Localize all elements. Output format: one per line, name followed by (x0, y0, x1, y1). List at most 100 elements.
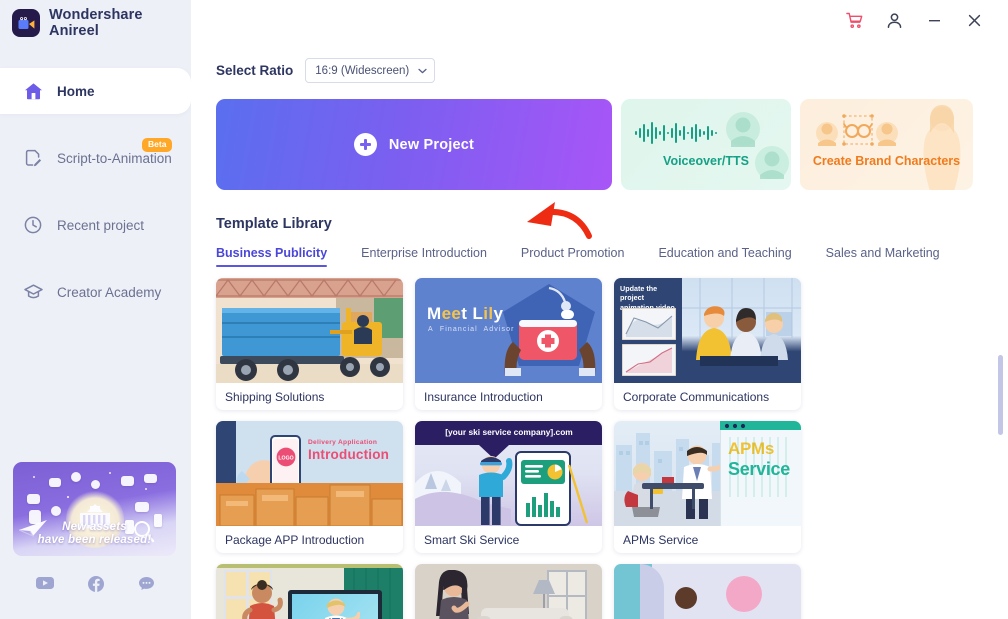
template-thumbnail (216, 564, 403, 619)
template-card[interactable]: [your ski service company].com Smart Ski… (415, 421, 602, 553)
meeting-table (642, 477, 704, 509)
sidebar-item-home[interactable]: Home (0, 68, 191, 114)
template-card[interactable]: Meet Lily A Financial Advisor Insurance … (415, 278, 602, 410)
promo-text: New assets have been released! (13, 521, 176, 547)
promo-line-1: New assets (62, 520, 127, 533)
template-name: APMs Service (623, 532, 699, 547)
forklift-wheels (340, 357, 390, 377)
brand-name: Wondershare Anireel (49, 7, 143, 39)
phone-dashboard (521, 460, 565, 517)
tab-business-publicity[interactable]: Business Publicity (216, 246, 328, 267)
window-dots (724, 423, 746, 429)
character-decoration (923, 105, 961, 190)
boxes-pile (219, 484, 403, 526)
characters-icon (816, 114, 898, 146)
template-grid: Shipping Solutions Meet Lily A Financial… (216, 278, 999, 619)
plus-circle-icon (353, 133, 377, 156)
youtube-icon[interactable] (36, 576, 54, 597)
tab-sales-and-marketing[interactable]: Sales and Marketing (826, 246, 940, 267)
ratio-value: 16:9 (Widescreen) (315, 64, 410, 77)
title-bar (191, 0, 1008, 40)
forklift-driver (354, 315, 372, 344)
template-name: Insurance Introduction (424, 389, 543, 404)
chart-thumb-2 (622, 344, 676, 376)
voiceover-tts-card[interactable]: Voiceover/TTS (621, 99, 791, 190)
home-icon (22, 80, 44, 102)
chevron-down-icon (418, 68, 427, 73)
template-card[interactable]: Virtual Care For Children (216, 564, 403, 619)
clock-icon (22, 214, 44, 236)
svg-text:LOGO: LOGO (278, 456, 293, 462)
sidebar-item-recent-project[interactable]: Recent project (0, 202, 191, 248)
chat-icon[interactable] (138, 576, 155, 597)
ratio-label: Select Ratio (216, 63, 294, 78)
sidebar-item-label: Home (57, 83, 95, 99)
promo-banner[interactable]: New assets have been released! (13, 462, 176, 556)
audio-waveform-icon (635, 122, 717, 144)
sofa (477, 608, 573, 619)
template-thumbnail: [your ski service company].com (415, 421, 602, 526)
main-area: Select Ratio 16:9 (Widescreen) New Proje… (191, 0, 1008, 619)
template-card[interactable]: Gardening Service (415, 564, 602, 619)
vertical-scrollbar[interactable] (998, 355, 1003, 435)
content: Select Ratio 16:9 (Widescreen) New Proje… (191, 40, 1008, 619)
sidebar-item-label: Script-to-Animation (57, 150, 172, 166)
sidebar: Wondershare Anireel Home Script-to-Anima… (0, 0, 191, 619)
close-button[interactable] (954, 0, 994, 40)
template-name: Package APP Introduction (225, 532, 365, 547)
woman-standing (436, 570, 470, 619)
social-links (0, 576, 191, 597)
minimize-button[interactable] (914, 0, 954, 40)
template-thumbnail: APMs Service (614, 421, 801, 526)
shopping-cart-icon (845, 12, 862, 28)
action-cards: New Project Voiceover/TTS Create Brand C… (216, 99, 1008, 190)
facebook-icon[interactable] (88, 576, 104, 597)
template-tabs: Business Publicity Enterprise Introducti… (216, 246, 1008, 267)
app-logo (12, 9, 40, 37)
template-thumbnail: Update the project animation video (614, 278, 801, 383)
cart-button[interactable] (834, 0, 874, 40)
template-card[interactable] (614, 564, 801, 619)
ratio-select[interactable]: 16:9 (Widescreen) (305, 58, 436, 83)
ratio-row: Select Ratio 16:9 (Widescreen) (216, 58, 1008, 83)
template-card[interactable]: LOGO Delivery Application Introduction P… (216, 421, 403, 553)
minimize-icon (928, 19, 940, 21)
new-project-label: New Project (388, 136, 475, 153)
graduation-cap-icon (22, 281, 44, 303)
template-card[interactable]: APMs Service APMs Service (614, 421, 801, 553)
template-thumbnail: Meet Lily A Financial Advisor (415, 278, 602, 383)
promo-line-2: have been released! (37, 533, 152, 546)
account-button[interactable] (874, 0, 914, 40)
user-account-icon (887, 12, 901, 28)
template-card[interactable]: Update the project animation video Corpo… (614, 278, 801, 410)
truss-pattern (216, 279, 403, 297)
person-silhouette (675, 587, 697, 609)
sidebar-nav: Home Script-to-Animation Beta Recent pro… (0, 68, 191, 315)
template-thumbnail (415, 564, 602, 619)
tab-education-and-teaching[interactable]: Education and Teaching (658, 246, 791, 267)
app-logo-badge: LOGO (276, 447, 296, 467)
app-window: Wondershare Anireel Home Script-to-Anima… (0, 0, 1008, 619)
template-thumbnail (216, 278, 403, 383)
ski-poles (567, 464, 589, 524)
tab-product-promotion[interactable]: Product Promotion (521, 246, 625, 267)
chart-thumb-1 (622, 308, 676, 340)
template-name: Corporate Communications (623, 389, 770, 404)
sidebar-item-creator-academy[interactable]: Creator Academy (0, 269, 191, 315)
new-project-card[interactable]: New Project (216, 99, 612, 190)
template-card[interactable]: Shipping Solutions (216, 278, 403, 410)
beta-badge: Beta (142, 138, 173, 152)
brand-characters-label: Create Brand Characters (812, 154, 961, 168)
template-thumbnail (614, 564, 801, 619)
doctor-on-screen (324, 598, 360, 619)
sidebar-item-label: Creator Academy (57, 284, 162, 300)
sidebar-item-script-to-animation[interactable]: Script-to-Animation Beta (0, 135, 191, 181)
create-brand-characters-card[interactable]: Create Brand Characters (800, 99, 973, 190)
skier-character (479, 456, 513, 525)
sidebar-item-label: Recent project (57, 217, 145, 233)
brand: Wondershare Anireel (0, 0, 191, 46)
template-name: Smart Ski Service (424, 532, 520, 547)
close-icon (968, 14, 980, 26)
tab-enterprise-introduction[interactable]: Enterprise Introduction (361, 246, 487, 267)
mother-child (242, 580, 283, 619)
